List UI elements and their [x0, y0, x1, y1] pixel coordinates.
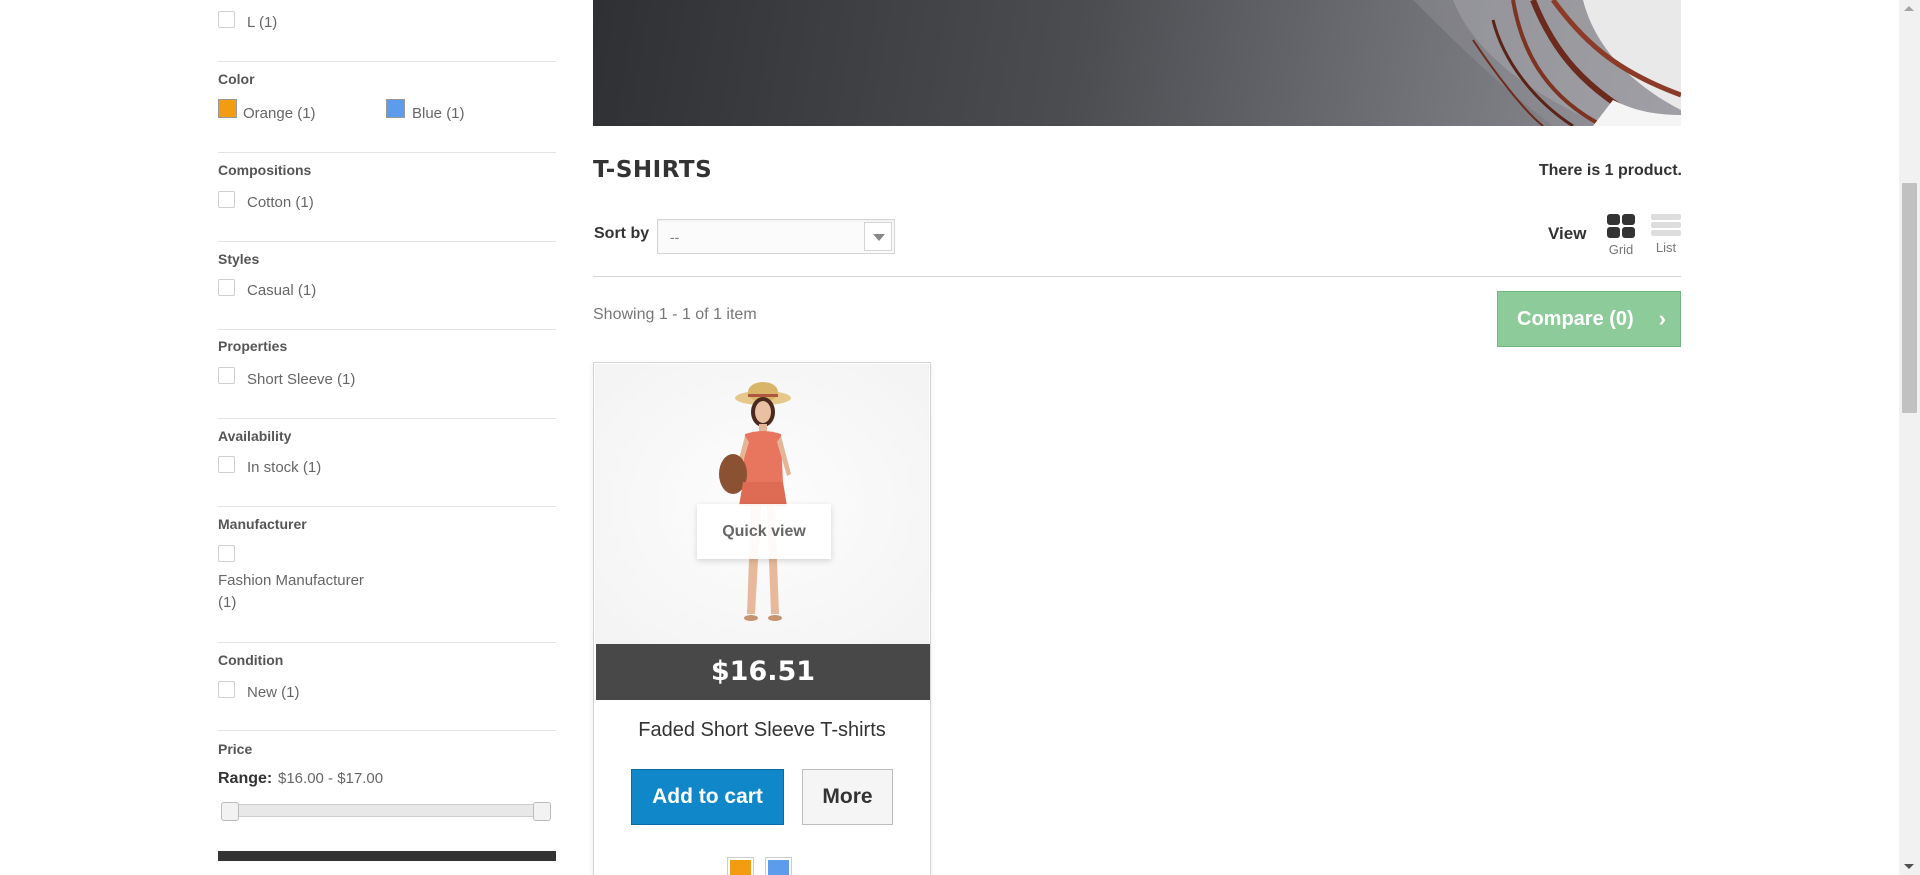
filter-manufacturer-title: Manufacturer: [218, 516, 307, 532]
filter-condition-title: Condition: [218, 652, 284, 668]
view-label: View: [1548, 224, 1587, 243]
category-banner: [593, 0, 1681, 126]
size-l-checkbox[interactable]: [218, 11, 235, 28]
color-blue-label[interactable]: Blue (1): [412, 105, 465, 122]
page-scrollbar[interactable]: [1899, 0, 1920, 875]
view-list-label: List: [1655, 240, 1677, 255]
product-card[interactable]: Quick view $16.51 Faded Short Sleeve T-s…: [593, 362, 931, 875]
more-button[interactable]: More: [802, 769, 893, 825]
casual-checkbox[interactable]: [218, 279, 235, 296]
fashion-manufacturer-count[interactable]: (1): [218, 594, 236, 611]
sidebar-dark-bar: [218, 851, 556, 861]
layered-navigation: L (1) Color Orange (1) Blue (1) Composit…: [218, 0, 556, 861]
filter-properties: Properties Short Sleeve (1): [218, 330, 556, 419]
in-stock-checkbox[interactable]: [218, 456, 235, 473]
scroll-up-icon[interactable]: [1904, 6, 1914, 11]
scrollbar-thumb[interactable]: [1902, 183, 1917, 413]
product-image[interactable]: Quick view: [595, 364, 929, 645]
quick-view-button[interactable]: Quick view: [697, 504, 831, 559]
in-stock-label[interactable]: In stock (1): [247, 459, 321, 476]
category-title: T-SHIRTS: [593, 157, 713, 183]
list-icon: [1651, 214, 1681, 236]
price-range-label: Range:: [218, 770, 273, 787]
short-sleeve-checkbox[interactable]: [218, 367, 235, 384]
chevron-down-icon[interactable]: [864, 222, 892, 251]
sort-select[interactable]: --: [657, 219, 895, 254]
sort-by-label: Sort by: [594, 225, 650, 242]
fashion-manufacturer-label[interactable]: Fashion Manufacturer: [218, 572, 364, 589]
filter-manufacturer: Manufacturer Fashion Manufacturer (1): [218, 507, 556, 643]
product-name-link[interactable]: Faded Short Sleeve T-shirts: [594, 719, 930, 742]
filter-styles: Styles Casual (1): [218, 242, 556, 330]
filter-compositions-title: Compositions: [218, 162, 312, 178]
filter-color: Color Orange (1) Blue (1): [218, 62, 556, 153]
filter-styles-title: Styles: [218, 251, 260, 267]
price-range-value: $16.00 - $17.00: [278, 770, 384, 787]
filter-properties-title: Properties: [218, 338, 288, 354]
view-grid-button[interactable]: Grid: [1604, 214, 1638, 257]
product-color-blue[interactable]: [765, 857, 792, 875]
filter-color-title: Color: [218, 71, 255, 87]
product-count: There is 1 product.: [1538, 162, 1682, 179]
short-sleeve-label[interactable]: Short Sleeve (1): [247, 371, 355, 388]
chevron-right-icon: ›: [1658, 306, 1666, 331]
add-to-cart-button[interactable]: Add to cart: [631, 769, 784, 825]
new-checkbox[interactable]: [218, 681, 235, 698]
filter-compositions: Compositions Cotton (1): [218, 153, 556, 242]
sort-select-value: --: [670, 229, 680, 245]
compare-label: Compare (0): [1517, 308, 1634, 330]
new-label[interactable]: New (1): [247, 684, 300, 701]
view-grid-label: Grid: [1608, 242, 1634, 257]
banner-image: [1413, 0, 1681, 126]
filter-availability: Availability In stock (1): [218, 419, 556, 507]
filter-size: L (1): [218, 0, 556, 62]
price-slider-min-handle[interactable]: [221, 802, 239, 821]
color-orange-label[interactable]: Orange (1): [243, 105, 316, 122]
color-blue-swatch[interactable]: [386, 99, 405, 118]
view-list-button[interactable]: List: [1649, 214, 1683, 255]
grid-icon: [1607, 214, 1635, 238]
color-orange-swatch[interactable]: [218, 99, 237, 118]
filter-availability-title: Availability: [218, 428, 292, 444]
product-color-orange[interactable]: [727, 857, 754, 875]
price-slider[interactable]: [221, 802, 551, 821]
toolbar-divider: [593, 276, 1681, 277]
cotton-label[interactable]: Cotton (1): [247, 194, 314, 211]
cotton-checkbox[interactable]: [218, 191, 235, 208]
showing-count: Showing 1 - 1 of 1 item: [593, 306, 757, 323]
price-slider-max-handle[interactable]: [533, 802, 551, 821]
filter-condition: Condition New (1): [218, 643, 556, 731]
size-l-label[interactable]: L (1): [247, 14, 277, 31]
fashion-manufacturer-checkbox[interactable]: [218, 545, 235, 562]
scroll-down-icon[interactable]: [1904, 864, 1914, 869]
casual-label[interactable]: Casual (1): [247, 282, 316, 299]
compare-button[interactable]: Compare (0) ›: [1497, 291, 1681, 347]
filter-price-title: Price: [218, 741, 253, 757]
product-price: $16.51: [596, 644, 930, 700]
filter-price: Price Range: $16.00 - $17.00: [218, 731, 556, 861]
price-slider-wrap: [218, 802, 556, 821]
